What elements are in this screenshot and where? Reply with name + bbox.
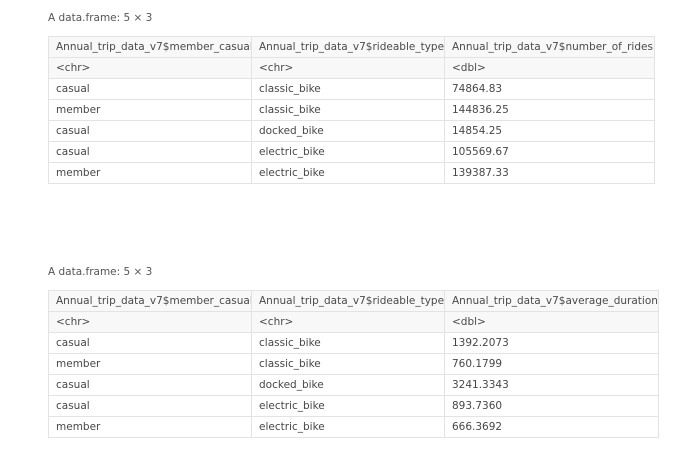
table-row: casual classic_bike 1392.2073 bbox=[48, 332, 659, 354]
table-cell: 760.1799 bbox=[444, 353, 659, 375]
table-cell: electric_bike bbox=[251, 395, 445, 417]
column-type: <dbl> bbox=[444, 57, 655, 79]
table-cell: casual bbox=[48, 374, 252, 396]
dataframe-caption: A data.frame: 5 × 3 bbox=[48, 12, 153, 24]
table-cell: member bbox=[48, 416, 252, 438]
table-row: member electric_bike 666.3692 bbox=[48, 416, 659, 438]
table-cell: 14854.25 bbox=[444, 120, 655, 142]
table-cell: 893.7360 bbox=[444, 395, 659, 417]
table-cell: casual bbox=[48, 332, 252, 354]
table-row: casual docked_bike 14854.25 bbox=[48, 120, 655, 142]
dataframe-caption: A data.frame: 5 × 3 bbox=[48, 266, 153, 278]
table-row: member classic_bike 760.1799 bbox=[48, 353, 659, 375]
column-type: <dbl> bbox=[444, 311, 659, 333]
table-row: casual electric_bike 893.7360 bbox=[48, 395, 659, 417]
header-row: Annual_trip_data_v7$member_casual Annual… bbox=[48, 36, 655, 58]
table-cell: member bbox=[48, 162, 252, 184]
column-header: Annual_trip_data_v7$average_duration bbox=[444, 290, 659, 312]
column-header: Annual_trip_data_v7$rideable_type bbox=[251, 290, 445, 312]
table-cell: 74864.83 bbox=[444, 78, 655, 100]
column-type-row: <chr> <chr> <dbl> bbox=[48, 311, 659, 333]
column-header: Annual_trip_data_v7$rideable_type bbox=[251, 36, 445, 58]
column-type-row: <chr> <chr> <dbl> bbox=[48, 57, 655, 79]
table-cell: docked_bike bbox=[251, 120, 445, 142]
table-cell: 666.3692 bbox=[444, 416, 659, 438]
column-header: Annual_trip_data_v7$member_casual bbox=[48, 36, 252, 58]
table-cell: member bbox=[48, 353, 252, 375]
table-cell: classic_bike bbox=[251, 78, 445, 100]
table-cell: 144836.25 bbox=[444, 99, 655, 121]
column-type: <chr> bbox=[251, 311, 445, 333]
table-cell: 3241.3343 bbox=[444, 374, 659, 396]
table-cell: 139387.33 bbox=[444, 162, 655, 184]
column-type: <chr> bbox=[48, 57, 252, 79]
column-header: Annual_trip_data_v7$number_of_rides bbox=[444, 36, 655, 58]
table-row: casual classic_bike 74864.83 bbox=[48, 78, 655, 100]
table-cell: casual bbox=[48, 395, 252, 417]
table-cell: casual bbox=[48, 78, 252, 100]
table-cell: classic_bike bbox=[251, 99, 445, 121]
table-cell: casual bbox=[48, 141, 252, 163]
dataframe-table-duration: Annual_trip_data_v7$member_casual Annual… bbox=[48, 290, 659, 438]
table-cell: electric_bike bbox=[251, 141, 445, 163]
column-type: <chr> bbox=[48, 311, 252, 333]
table-row: member classic_bike 144836.25 bbox=[48, 99, 655, 121]
column-type: <chr> bbox=[251, 57, 445, 79]
table-cell: electric_bike bbox=[251, 416, 445, 438]
table-cell: member bbox=[48, 99, 252, 121]
table-cell: classic_bike bbox=[251, 332, 445, 354]
table-row: member electric_bike 139387.33 bbox=[48, 162, 655, 184]
table-cell: docked_bike bbox=[251, 374, 445, 396]
table-cell: casual bbox=[48, 120, 252, 142]
column-header: Annual_trip_data_v7$member_casual bbox=[48, 290, 252, 312]
table-cell: 105569.67 bbox=[444, 141, 655, 163]
table-cell: 1392.2073 bbox=[444, 332, 659, 354]
header-row: Annual_trip_data_v7$member_casual Annual… bbox=[48, 290, 659, 312]
table-row: casual electric_bike 105569.67 bbox=[48, 141, 655, 163]
dataframe-table-rides: Annual_trip_data_v7$member_casual Annual… bbox=[48, 36, 655, 184]
table-cell: classic_bike bbox=[251, 353, 445, 375]
table-row: casual docked_bike 3241.3343 bbox=[48, 374, 659, 396]
table-cell: electric_bike bbox=[251, 162, 445, 184]
